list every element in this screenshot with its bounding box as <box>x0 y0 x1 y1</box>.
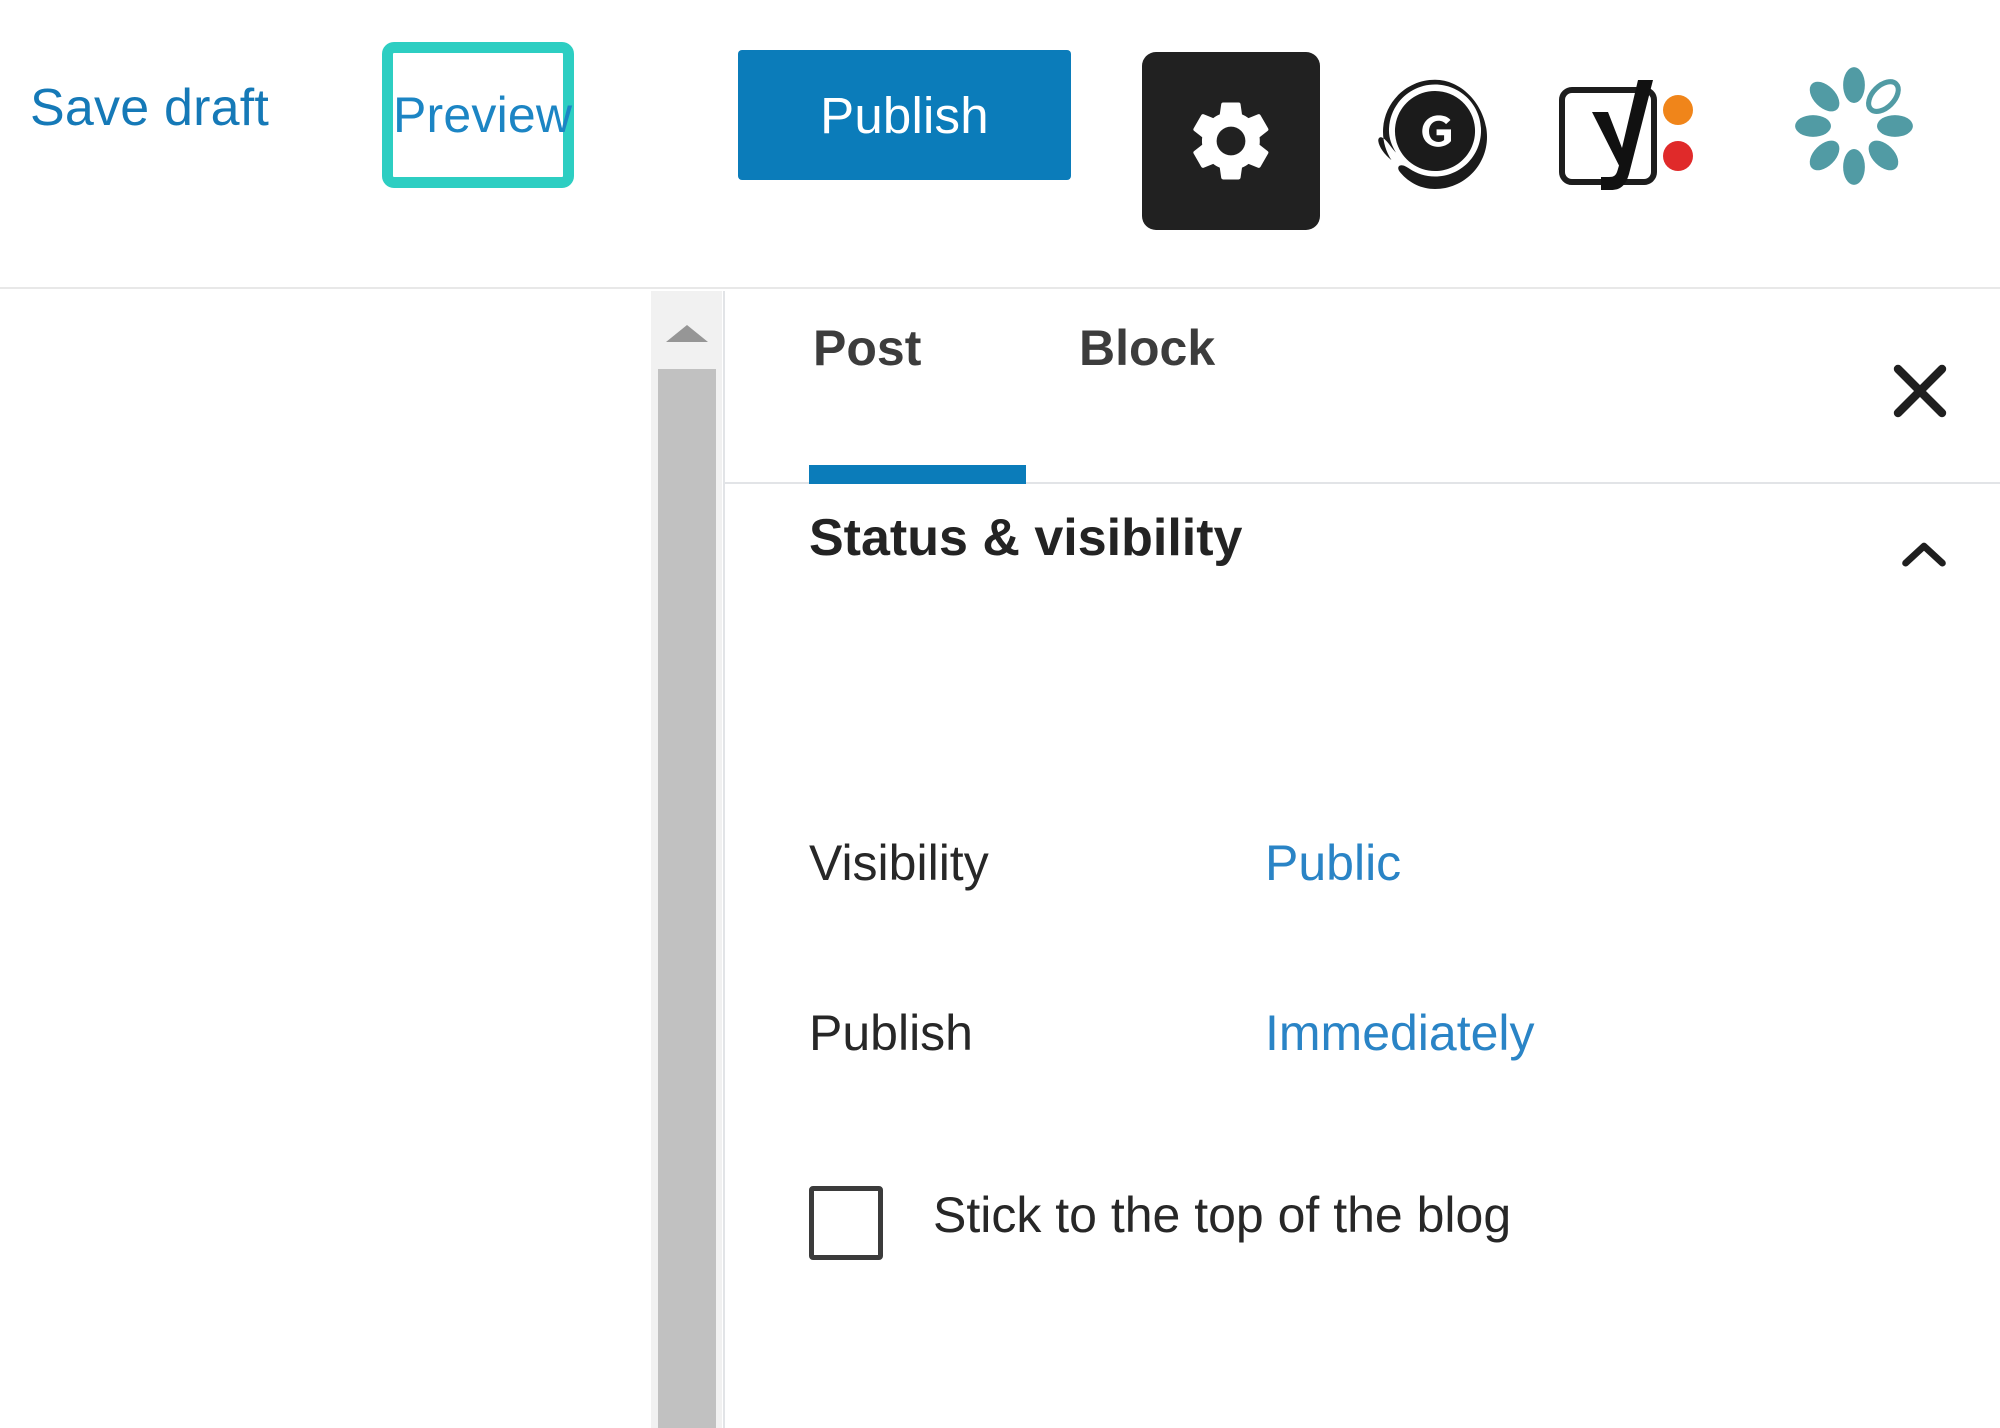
tab-post[interactable]: Post <box>809 291 1019 484</box>
gear-icon <box>1193 102 1269 180</box>
sticky-post-label[interactable]: Stick to the top of the blog <box>933 1186 1511 1244</box>
save-draft-button[interactable]: Save draft <box>30 78 269 138</box>
sticky-post-checkbox[interactable] <box>809 1186 883 1260</box>
status-visibility-title: Status & visibility <box>809 509 1243 567</box>
scrollbar-up-arrow-icon[interactable] <box>651 291 722 369</box>
flower-plugin-button[interactable] <box>1790 62 1918 190</box>
publish-button[interactable]: Publish <box>738 50 1071 180</box>
close-icon <box>1893 364 1947 418</box>
tab-block[interactable]: Block <box>1075 291 1325 484</box>
visibility-value-button[interactable]: Public <box>1265 834 1401 892</box>
active-tab-indicator <box>809 465 1026 484</box>
editor-scrollbar[interactable] <box>650 291 722 1428</box>
settings-sidebar: Post Block Status & visibility Visibilit… <box>723 291 2000 1428</box>
tab-block-label: Block <box>1079 320 1216 376</box>
sidebar-tab-bar: Post Block <box>725 291 2000 484</box>
editor-screen: Save draft Preview Publish Post Block St… <box>0 0 2000 1428</box>
yoast-seo-button[interactable] <box>1558 68 1698 203</box>
settings-toggle-button[interactable] <box>1142 52 1320 230</box>
chevron-up-icon <box>1902 542 1946 567</box>
preview-button-label: Preview <box>393 87 573 143</box>
publish-date-row: Publish Immediately <box>725 1004 2000 1114</box>
tab-post-label: Post <box>813 320 922 376</box>
status-visibility-section-toggle[interactable]: Status & visibility <box>725 484 2000 634</box>
visibility-row: Visibility Public <box>725 834 2000 944</box>
editor-toolbar: Save draft Preview Publish <box>0 0 2000 289</box>
publish-date-label: Publish <box>809 1005 973 1061</box>
sticky-post-row: Stick to the top of the blog <box>725 1176 2000 1296</box>
visibility-label: Visibility <box>809 835 989 891</box>
flower-icon <box>1795 67 1913 185</box>
editor-canvas <box>0 291 650 1428</box>
close-sidebar-button[interactable] <box>1872 343 1968 439</box>
grammarly-button[interactable] <box>1370 72 1500 202</box>
grammarly-icon <box>1378 79 1487 189</box>
yoast-seo-icon <box>1559 80 1693 190</box>
scrollbar-thumb[interactable] <box>658 369 716 1428</box>
publish-date-value-button[interactable]: Immediately <box>1265 1004 1535 1062</box>
preview-button[interactable]: Preview <box>382 42 574 188</box>
